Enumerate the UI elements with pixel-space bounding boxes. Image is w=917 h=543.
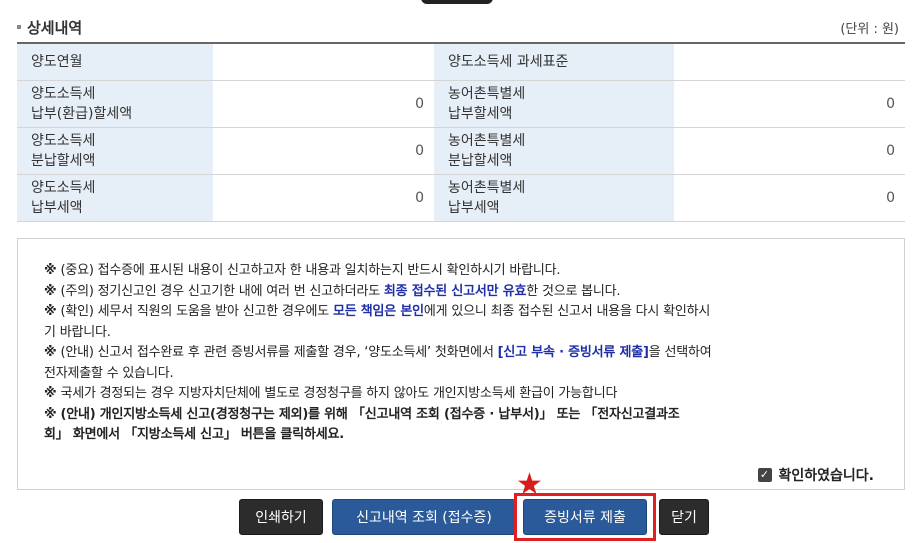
value-rural-paid: 0 (674, 174, 905, 222)
button-bar: 인쇄하기 신고내역 조회 (접수증) 증빙서류 제출 닫기 ★ (0, 470, 917, 543)
label-tax-installment: 양도소득세 분납할세액 (17, 127, 213, 175)
notice-text: 한 것으로 봅니다. (526, 283, 621, 299)
notice-text: (주의) 정기신고인 경우 신고기한 내에 여러 번 신고하더라도 (60, 283, 384, 299)
value-tax-installment: 0 (213, 127, 434, 175)
label-text: 양도소득세 납부세액 (31, 179, 96, 216)
value-rural-payable: 0 (674, 80, 905, 128)
notice-mark: ※ (44, 386, 57, 401)
notice-line: ※ 국세가 경정되는 경우 지방자치단체에 별도로 경정청구를 하지 않아도 개인… (44, 384, 878, 405)
label-transfer-month: 양도연월 (17, 43, 213, 81)
label-text: 양도소득세 분납할세액 (31, 132, 96, 169)
section-title-text: 상세내역 (27, 18, 83, 37)
notice-mark: ※ (44, 263, 57, 278)
label-rural-installment: 농어촌특별세 분납할세액 (434, 127, 674, 175)
notice-emphasis: 모든 책임은 본인 (332, 304, 424, 319)
label-text: 농어촌특별세 납부세액 (448, 179, 526, 216)
value-tax-payable: 0 (213, 80, 434, 128)
notice-mark: ※ (44, 304, 57, 319)
notice-mark: ※ (44, 406, 57, 422)
notice-text: (안내) 개인지방소득세 신고(경정청구는 제외)를 위해 「신고내역 조회 (… (60, 406, 680, 422)
notice-mark: ※ (44, 345, 57, 360)
bullet-icon (17, 25, 21, 29)
view-history-button[interactable]: 신고내역 조회 (접수증) (332, 499, 516, 535)
star-icon: ★ (516, 467, 543, 502)
checkbox-checked-icon[interactable]: ✓ (757, 468, 772, 482)
notice-text: 기 바랍니다. (44, 324, 111, 340)
label-text: 농어촌특별세 분납할세액 (448, 132, 526, 169)
notice-text: 회」 화면에서 「지방소득세 신고」 버튼을 클릭하세요. (44, 427, 344, 442)
notice-emphasis: [신고 부속 · 증빙서류 제출] (497, 345, 649, 360)
confirm-label: 확인하였습니다. (778, 468, 874, 484)
notice-emphasis: 최종 접수된 신고서만 유효 (383, 283, 527, 299)
print-button[interactable]: 인쇄하기 (239, 499, 323, 535)
value-rural-installment: 0 (674, 127, 905, 175)
unit-label: (단위 : 원) (840, 21, 899, 37)
notice-line: ※ (안내) 신고서 접수완료 후 관련 증빙서류를 제출할 경우, ‘양도소득세… (44, 343, 878, 384)
notice-text: 에게 있으니 최종 접수된 신고서 내용을 다시 확인하시 (423, 304, 711, 319)
label-rural-paid: 농어촌특별세 납부세액 (434, 174, 674, 222)
value-transfer-month (213, 43, 434, 81)
label-text: 양도소득세 납부(환급)할세액 (31, 85, 133, 122)
section-header: 상세내역 (단위 : 원) (17, 12, 905, 42)
notice-text: (안내) 신고서 접수완료 후 관련 증빙서류를 제출할 경우, ‘양도소득세’… (60, 345, 498, 360)
notice-mark: ※ (44, 283, 57, 299)
notice-line: ※ (중요) 접수증에 표시된 내용이 신고하고자 한 내용과 일치하는지 반드시… (44, 261, 878, 282)
value-tax-base (674, 43, 905, 81)
table-row: 양도소득세 납부세액 0 농어촌특별세 납부세액 0 (17, 174, 905, 222)
notice-text: 을 선택하여 (648, 345, 712, 360)
notice-text: (중요) 접수증에 표시된 내용이 신고하고자 한 내용과 일치하는지 반드시 … (60, 263, 561, 278)
notice-line: ※ (주의) 정기신고인 경우 신고기한 내에 여러 번 신고하더라도 최종 접수… (44, 282, 878, 303)
label-rural-payable: 농어촌특별세 납부할세액 (434, 80, 674, 128)
notice-text: (확인) 세무서 직원의 도움을 받아 신고한 경우에도 (60, 304, 333, 319)
confirm-checkbox[interactable]: ✓ 확인하였습니다. (757, 465, 874, 485)
label-tax-paid: 양도소득세 납부세액 (17, 174, 213, 222)
label-tax-payable: 양도소득세 납부(환급)할세액 (17, 80, 213, 128)
top-tab-handle (421, 0, 493, 4)
notice-line-red: ※ (안내) 개인지방소득세 신고(경정청구는 제외)를 위해 「신고내역 조회 … (44, 405, 878, 446)
detail-table: 양도연월 양도소득세 과세표준 양도소득세 납부(환급)할세액 0 농어촌특별세… (17, 42, 905, 222)
value-tax-paid: 0 (213, 174, 434, 222)
label-tax-base: 양도소득세 과세표준 (434, 43, 674, 81)
label-text: 농어촌특별세 납부할세액 (448, 85, 526, 122)
notice-box: ※ (중요) 접수증에 표시된 내용이 신고하고자 한 내용과 일치하는지 반드시… (17, 238, 905, 490)
notice-text: 국세가 경정되는 경우 지방자치단체에 별도로 경정청구를 하지 않아도 개인지… (60, 386, 618, 401)
notice-text: 전자제출할 수 있습니다. (44, 365, 174, 381)
section-title: 상세내역 (17, 17, 82, 38)
table-row: 양도연월 양도소득세 과세표준 (17, 43, 905, 81)
table-row: 양도소득세 분납할세액 0 농어촌특별세 분납할세액 0 (17, 127, 905, 175)
close-button[interactable]: 닫기 (659, 499, 709, 535)
table-row: 양도소득세 납부(환급)할세액 0 농어촌특별세 납부할세액 0 (17, 80, 905, 128)
notice-line: ※ (확인) 세무서 직원의 도움을 받아 신고한 경우에도 모든 책임은 본인에… (44, 302, 878, 343)
